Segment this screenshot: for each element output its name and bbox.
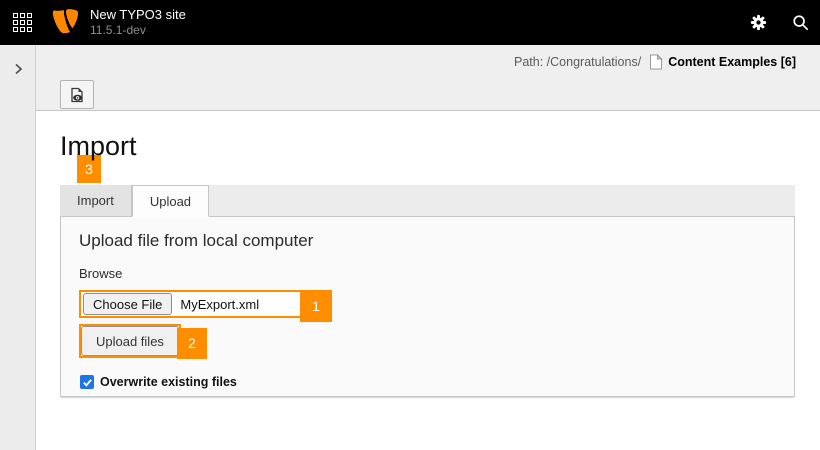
tab-import[interactable]: Import xyxy=(60,185,132,217)
site-title: New TYPO3 site xyxy=(90,8,186,22)
choose-file-button[interactable]: Choose File xyxy=(83,293,172,315)
module-menu-button[interactable] xyxy=(2,0,42,45)
topbar-tools xyxy=(738,0,820,45)
page-title: Import xyxy=(60,131,137,162)
annotation-badge-2: 2 xyxy=(177,328,207,359)
site-version: 11.5.1-dev xyxy=(90,24,186,37)
view-webpage-button[interactable] xyxy=(60,80,94,109)
upload-tab-panel: Upload file from local computer Browse C… xyxy=(60,217,795,397)
upload-files-button[interactable]: Upload files xyxy=(81,326,179,356)
breadcrumb-path: Path: /Congratulations/ xyxy=(514,55,641,69)
module-sidebar xyxy=(0,45,36,450)
tab-upload-label: Upload xyxy=(150,194,191,209)
docheader: Path: /Congratulations/ Content Examples… xyxy=(36,45,820,111)
settings-button[interactable] xyxy=(738,0,778,45)
topbar: New TYPO3 site 11.5.1-dev xyxy=(0,0,820,45)
module-content: Import 3 Import Upload Upload file from … xyxy=(36,111,820,450)
tab-upload[interactable]: Upload xyxy=(132,185,209,217)
search-button[interactable] xyxy=(780,0,820,45)
typo3-logo[interactable] xyxy=(52,8,80,38)
breadcrumb-page-title: Content Examples [6] xyxy=(668,55,796,69)
overwrite-checkbox-label: Overwrite existing files xyxy=(100,375,237,389)
tab-bar: Import Upload xyxy=(60,185,795,217)
annotation-badge-1: 1 xyxy=(300,290,332,322)
sidebar-expand-button[interactable] xyxy=(0,53,36,85)
tab-import-label: Import xyxy=(77,193,114,208)
breadcrumb: Path: /Congratulations/ Content Examples… xyxy=(514,45,796,79)
overwrite-checkbox-row: Overwrite existing files xyxy=(80,375,776,389)
view-webpage-icon xyxy=(69,87,85,103)
selected-file-name: MyExport.xml xyxy=(180,297,259,312)
docheader-buttons xyxy=(60,78,94,111)
search-icon xyxy=(792,14,809,31)
checkmark-icon xyxy=(82,377,93,388)
overwrite-checkbox[interactable] xyxy=(80,375,94,389)
site-title-block: New TYPO3 site 11.5.1-dev xyxy=(90,8,186,37)
panel-title: Upload file from local computer xyxy=(79,231,776,251)
gear-icon xyxy=(750,14,767,31)
app-grid-icon xyxy=(13,13,32,32)
upload-button-highlight: Upload files 2 xyxy=(79,324,181,358)
document-icon xyxy=(649,54,663,70)
chevron-right-icon xyxy=(14,63,23,75)
browse-label: Browse xyxy=(79,266,776,281)
file-upload-input[interactable]: Choose File MyExport.xml 1 xyxy=(79,290,308,318)
